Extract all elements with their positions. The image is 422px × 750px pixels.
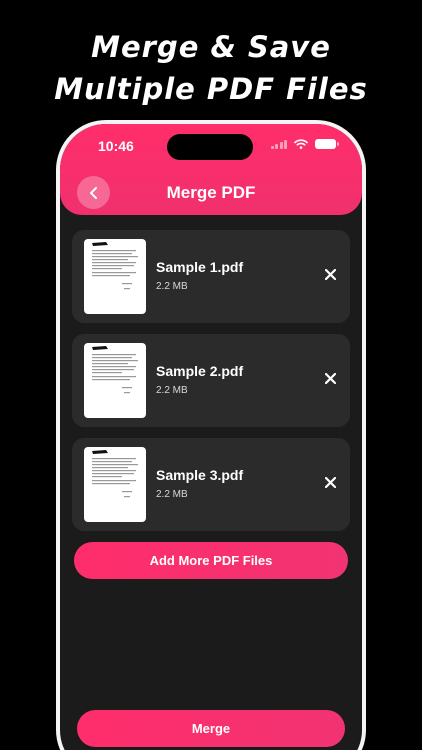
pdf-thumbnail [84,239,146,314]
add-more-files-button[interactable]: Add More PDF Files [74,542,348,579]
file-size: 2.2 MB [156,385,188,396]
file-name: Sample 3.pdf [156,467,244,483]
file-card[interactable]: Sample 3.pdf 2.2 MB [72,438,350,531]
add-more-files-label: Add More PDF Files [149,553,273,568]
page-title: Merge PDF [166,183,256,202]
promo-headline: Merge & Save Multiple PDF Files [0,26,422,110]
file-size: 2.2 MB [156,281,188,292]
signal-icon [270,139,287,149]
file-card[interactable]: Sample 1.pdf 2.2 MB [72,230,350,323]
file-name: Sample 1.pdf [156,259,244,275]
promo-line-2: Multiple PDF Files [54,72,368,106]
file-size: 2.2 MB [156,489,188,500]
remove-file-button[interactable] [322,266,338,282]
close-icon [324,268,336,280]
phone-frame: 10:46 Merge PDF Sample 1.pdf 2.2 MB Samp… [56,120,366,750]
promo-line-1: Merge & Save [91,30,331,64]
merge-button[interactable]: Merge [77,710,345,747]
file-name: Sample 2.pdf [156,363,244,379]
battery-icon [315,139,339,149]
close-icon [324,372,336,384]
merge-button-label: Merge [191,721,231,736]
wifi-icon [294,139,308,149]
close-icon [324,476,336,488]
status-time: 10:46 [98,138,134,154]
pdf-thumbnail [84,447,146,522]
remove-file-button[interactable] [322,474,338,490]
file-card[interactable]: Sample 2.pdf 2.2 MB [72,334,350,427]
remove-file-button[interactable] [322,370,338,386]
pdf-thumbnail [84,343,146,418]
dynamic-island [167,134,253,160]
app-header: 10:46 Merge PDF [60,124,362,215]
status-icons [270,139,339,149]
